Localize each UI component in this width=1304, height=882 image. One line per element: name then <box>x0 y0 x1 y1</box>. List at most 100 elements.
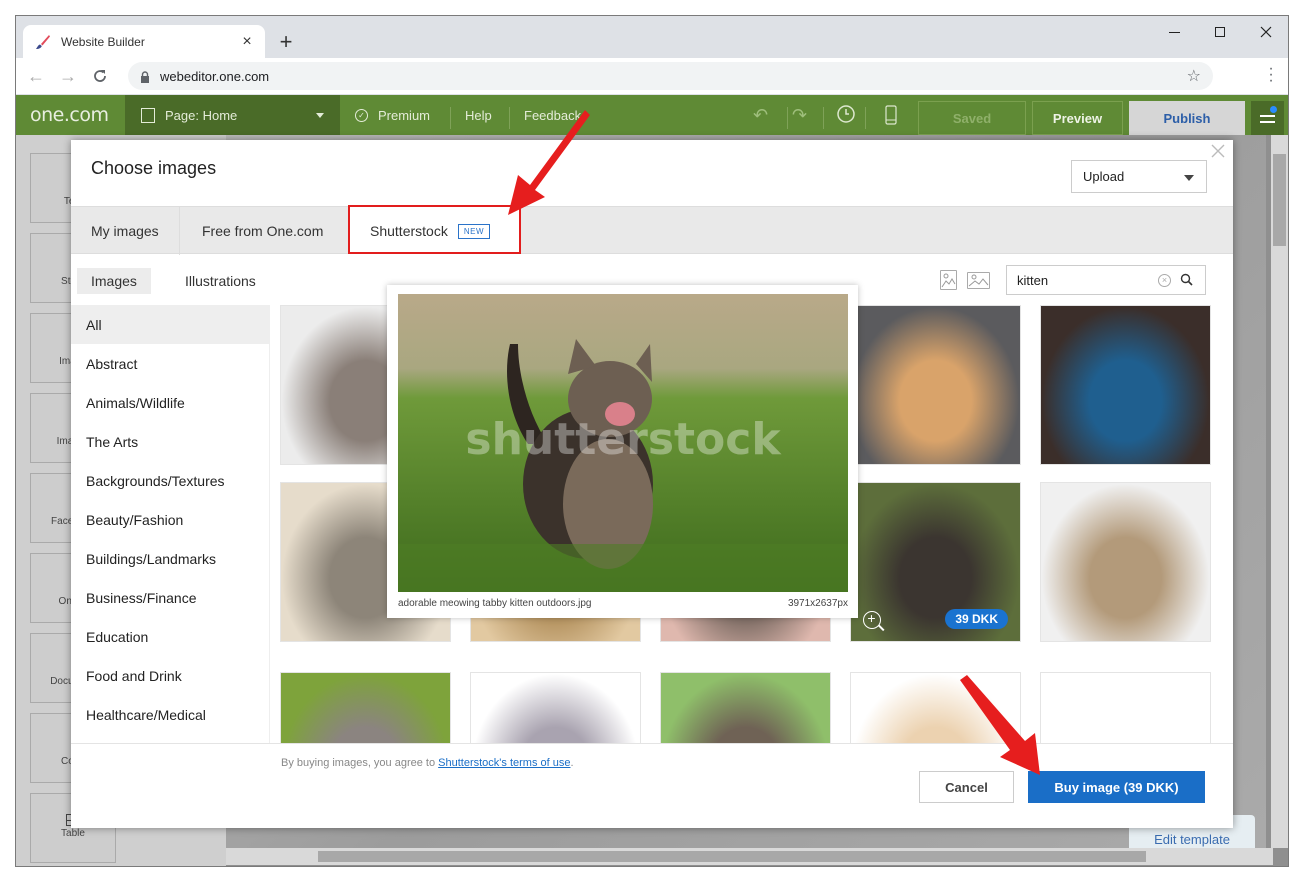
category-item[interactable]: Buildings/Landmarks <box>71 539 269 578</box>
terms-prefix: By buying images, you agree to <box>281 757 439 769</box>
premium-label: Premium <box>378 107 431 123</box>
tab-free-from-one-com[interactable]: Free from One.com <box>182 207 343 255</box>
saved-button[interactable]: Saved <box>918 101 1026 135</box>
buy-image-button[interactable]: Buy image (39 DKK) <box>1028 771 1205 803</box>
scroll-thumb[interactable] <box>318 851 1146 862</box>
reload-icon[interactable] <box>84 60 116 92</box>
image-preview-popup: shutterstock adorable meowing tabby kitt… <box>387 285 858 618</box>
browser-menu-icon[interactable]: · · · <box>1266 61 1276 89</box>
category-item[interactable]: Beauty/Fashion <box>71 500 269 539</box>
paintbrush-icon <box>35 34 51 50</box>
browser-toolbar: ← → webeditor.one.com ☆ · · · <box>16 58 1288 94</box>
dialog-footer: By buying images, you agree to Shutterst… <box>71 743 1233 828</box>
premium-link[interactable]: ✓ Premium <box>355 95 430 135</box>
maximize-icon[interactable] <box>1197 16 1243 48</box>
chevron-down-icon <box>1184 175 1194 181</box>
terms-link[interactable]: Shutterstock's terms of use <box>438 757 570 769</box>
image-thumbnail[interactable]: 39 DKK <box>850 482 1021 642</box>
divider <box>509 107 510 129</box>
tab-label: Free from One.com <box>202 223 324 239</box>
publish-button[interactable]: Publish <box>1129 101 1245 135</box>
pages-icon <box>141 107 155 123</box>
tab-images[interactable]: Images <box>77 268 151 294</box>
tab-title: Website Builder <box>61 34 145 49</box>
forward-icon[interactable]: → <box>52 60 84 92</box>
menu-button[interactable] <box>1251 101 1284 135</box>
history-icon[interactable] <box>836 104 856 129</box>
upload-dropdown[interactable]: Upload <box>1071 160 1207 193</box>
preview-dimensions: 3971x2637px <box>787 598 848 609</box>
new-tab-button[interactable]: + <box>272 28 300 56</box>
choose-images-dialog: Choose images Upload My images Free from… <box>71 140 1233 828</box>
preview-button[interactable]: Preview <box>1032 101 1123 135</box>
portrait-filter-icon[interactable] <box>940 270 957 290</box>
category-item[interactable]: Backgrounds/Textures <box>71 461 269 500</box>
zoom-in-icon[interactable] <box>863 610 881 629</box>
search-icon[interactable] <box>1179 272 1195 288</box>
feedback-link[interactable]: Feedback <box>524 95 581 135</box>
image-thumbnail[interactable] <box>470 672 641 745</box>
image-thumbnail[interactable] <box>1040 672 1211 745</box>
image-thumbnail[interactable] <box>1040 305 1211 465</box>
tab-label: My images <box>91 223 159 239</box>
terms-notice: By buying images, you agree to Shutterst… <box>281 757 574 769</box>
watermark-text: shutterstock <box>465 414 782 465</box>
upload-label: Upload <box>1083 169 1125 184</box>
chevron-down-icon <box>316 113 324 118</box>
url-text: webeditor.one.com <box>160 68 270 84</box>
search-input[interactable]: kitten × <box>1006 265 1206 295</box>
scroll-thumb[interactable] <box>1273 154 1286 246</box>
help-link[interactable]: Help <box>465 95 492 135</box>
divider <box>823 107 824 129</box>
mobile-view-icon[interactable] <box>885 105 897 130</box>
dialog-title: Choose images <box>91 158 217 178</box>
image-thumbnail[interactable] <box>850 305 1021 465</box>
category-item[interactable]: Education <box>71 617 269 656</box>
preview-filename: adorable meowing tabby kitten outdoors.j… <box>398 598 592 609</box>
tab-my-images[interactable]: My images <box>71 207 180 255</box>
cancel-button[interactable]: Cancel <box>919 771 1014 803</box>
image-thumbnail[interactable] <box>280 672 451 745</box>
tab-close-icon[interactable]: × <box>235 33 259 51</box>
redo-icon[interactable]: ↷ <box>792 105 807 126</box>
address-bar[interactable]: webeditor.one.com ☆ <box>128 62 1213 90</box>
landscape-filter-icon[interactable] <box>967 272 990 289</box>
horizontal-scrollbar[interactable] <box>226 848 1273 865</box>
image-thumbnail[interactable] <box>660 672 831 745</box>
tab-illustrations[interactable]: Illustrations <box>171 268 270 294</box>
source-tabs: My images Free from One.com Shutterstock… <box>71 206 1233 255</box>
check-circle-icon: ✓ <box>355 108 368 122</box>
browser-tab[interactable]: Website Builder × <box>23 25 265 58</box>
hamburger-icon <box>1260 115 1275 117</box>
category-item[interactable]: Food and Drink <box>71 656 269 695</box>
price-badge: 39 DKK <box>945 609 1008 629</box>
terms-suffix: . <box>570 757 574 769</box>
category-item[interactable]: Healthcare/Medical <box>71 695 269 734</box>
close-icon[interactable] <box>1211 144 1227 160</box>
annotation-highlight-box <box>348 205 521 254</box>
divider <box>865 107 866 129</box>
image-thumbnail[interactable] <box>850 672 1021 745</box>
category-item[interactable]: Business/Finance <box>71 578 269 617</box>
clear-search-icon[interactable]: × <box>1158 274 1171 287</box>
tab-strip: Website Builder × + <box>16 16 1288 58</box>
category-item[interactable]: Abstract <box>71 344 269 383</box>
search-value: kitten <box>1017 272 1049 288</box>
app-header: one.com Page: Home ✓ Premium Help Feedba… <box>16 95 1288 135</box>
divider <box>450 107 451 129</box>
vertical-scrollbar[interactable] <box>1271 135 1288 848</box>
one-com-logo[interactable]: one.com <box>30 104 109 126</box>
bookmark-star-icon[interactable]: ☆ <box>1187 66 1201 86</box>
undo-icon[interactable]: ↶ <box>753 105 768 126</box>
minimize-icon[interactable] <box>1151 16 1197 48</box>
category-item[interactable]: All <box>71 305 269 344</box>
lock-icon <box>140 70 150 83</box>
page-selector[interactable]: Page: Home <box>125 95 340 135</box>
category-item[interactable]: Animals/Wildlife <box>71 383 269 422</box>
back-icon[interactable]: ← <box>20 60 52 92</box>
image-thumbnail[interactable] <box>1040 482 1211 642</box>
window-close-icon[interactable] <box>1243 16 1288 48</box>
divider <box>787 107 788 129</box>
category-item[interactable]: The Arts <box>71 422 269 461</box>
preview-image: shutterstock <box>398 294 848 592</box>
